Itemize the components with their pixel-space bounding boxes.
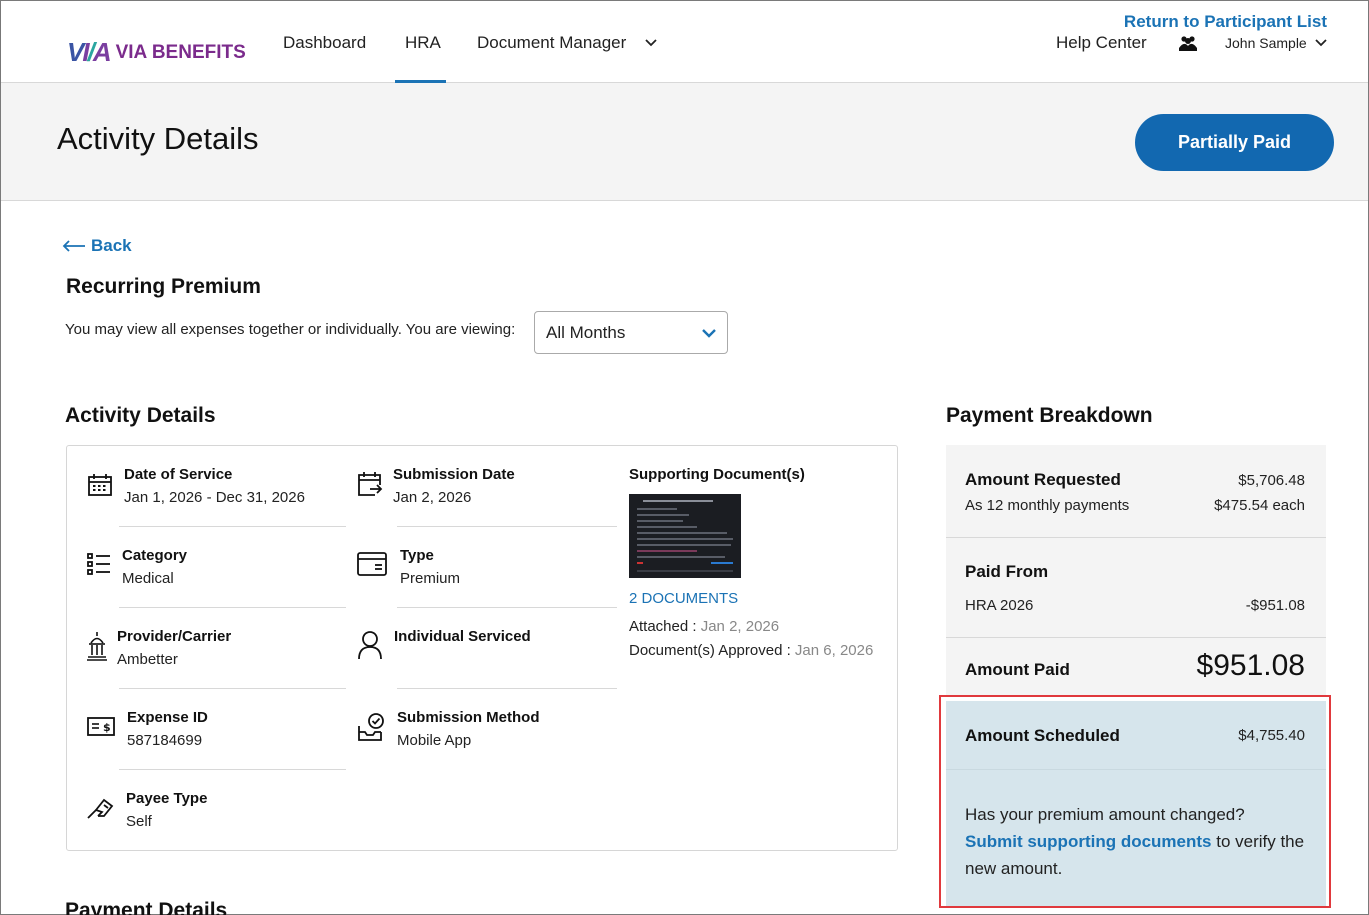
submission-date-label: Submission Date xyxy=(393,466,515,483)
submission-date-field: Submission Date Jan 2, 2026 xyxy=(393,466,515,506)
provider-label: Provider/Carrier xyxy=(117,628,232,645)
logo-mark: VI/A xyxy=(67,37,112,67)
amount-requested-value: $5,706.48 xyxy=(1238,472,1305,489)
help-center-link[interactable]: Help Center xyxy=(1056,33,1147,53)
paid-from-value: -$951.08 xyxy=(1245,597,1305,614)
amount-paid-value: $951.08 xyxy=(1196,649,1305,682)
amount-paid-label: Amount Paid xyxy=(965,660,1070,679)
paid-from-label: Paid From xyxy=(965,562,1049,581)
divider xyxy=(119,769,346,770)
list-icon xyxy=(87,553,110,575)
expense-id-label: Expense ID xyxy=(127,709,208,726)
return-to-participant-list-link[interactable]: Return to Participant List xyxy=(1124,12,1327,32)
paid-from-account: HRA 2026 xyxy=(965,597,1034,614)
submission-calendar-icon xyxy=(358,472,383,496)
expense-id-field: Expense ID 587184699 xyxy=(127,709,208,749)
hand-payment-icon xyxy=(87,798,114,819)
divider xyxy=(397,607,617,608)
view-instructions: You may view all expenses together or in… xyxy=(65,321,516,338)
calendar-icon xyxy=(88,474,112,496)
submission-method-field: Submission Method Mobile App xyxy=(397,709,540,749)
building-icon xyxy=(87,632,107,661)
submission-method-value: Mobile App xyxy=(397,732,472,749)
payment-breakdown-heading: Payment Breakdown xyxy=(946,404,1153,427)
document-thumbnail[interactable] xyxy=(629,494,741,578)
type-field: Type Premium xyxy=(400,547,460,587)
type-value: Premium xyxy=(400,570,461,587)
attached-value: Jan 2, 2026 xyxy=(700,618,780,635)
supporting-documents-field: Supporting Document(s) xyxy=(629,466,805,483)
mobile-submit-icon xyxy=(358,713,384,741)
payment-details-heading: Payment Details xyxy=(65,899,228,915)
approved-label: Document(s) Approved : xyxy=(629,642,791,659)
payee-type-value: Self xyxy=(126,813,152,830)
chevron-down-icon xyxy=(702,329,716,338)
provider-field: Provider/Carrier Ambetter xyxy=(117,628,231,668)
monthly-payments-value: $475.54 each xyxy=(1214,497,1305,514)
individual-serviced-label: Individual Serviced xyxy=(394,628,531,645)
monthly-payments-label: As 12 monthly payments xyxy=(965,497,1130,514)
category-label: Category xyxy=(122,547,188,564)
back-link[interactable]: Back xyxy=(62,236,132,256)
month-select[interactable]: All Months xyxy=(534,311,728,354)
nav-document-manager[interactable]: Document Manager xyxy=(477,33,626,53)
highlight-box xyxy=(939,695,1331,908)
logo-text: VIA BENEFITS xyxy=(115,41,246,63)
chevron-down-icon[interactable] xyxy=(645,37,657,49)
submission-method-label: Submission Method xyxy=(397,709,540,726)
premium-card-icon xyxy=(357,552,387,576)
attached-date: Attached : Jan 2, 2026 xyxy=(629,618,779,635)
user-name[interactable]: John Sample xyxy=(1225,35,1307,51)
divider xyxy=(946,637,1326,638)
individual-serviced-field: Individual Serviced xyxy=(394,628,531,651)
payee-type-field: Payee Type Self xyxy=(126,790,207,830)
users-icon xyxy=(1179,36,1197,51)
month-select-value: All Months xyxy=(546,323,626,342)
arrow-left-icon xyxy=(62,240,85,252)
divider xyxy=(119,607,346,608)
top-navigation-bar: VI/A VIA BENEFITS Dashboard HRA Document… xyxy=(1,1,1368,83)
date-of-service-value: Jan 1, 2026 - Dec 31, 2026 xyxy=(124,489,305,506)
submission-date-value: Jan 2, 2026 xyxy=(393,489,472,506)
expense-id-value: 587184699 xyxy=(127,732,203,749)
back-label: Back xyxy=(91,236,132,255)
person-icon xyxy=(358,631,382,660)
page-header-band: Activity Details Partially Paid xyxy=(1,83,1368,201)
type-label: Type xyxy=(400,547,434,564)
category-value: Medical xyxy=(122,570,174,587)
divider xyxy=(397,526,617,527)
documents-link[interactable]: 2 DOCUMENTS xyxy=(629,590,738,607)
amount-requested-label: Amount Requested xyxy=(965,470,1121,489)
divider xyxy=(946,537,1326,538)
status-badge[interactable]: Partially Paid xyxy=(1135,114,1334,171)
receipt-dollar-icon: $ xyxy=(87,717,115,736)
page-title: Activity Details xyxy=(57,121,259,156)
category-field: Category Medical xyxy=(122,547,187,587)
payee-type-label: Payee Type xyxy=(126,790,208,807)
approved-date: Document(s) Approved : Jan 6, 2026 xyxy=(629,642,873,659)
date-of-service-label: Date of Service xyxy=(124,466,233,483)
supporting-documents-label: Supporting Document(s) xyxy=(629,466,805,483)
divider xyxy=(397,688,617,689)
nav-dashboard[interactable]: Dashboard xyxy=(283,33,366,53)
provider-value: Ambetter xyxy=(117,651,178,668)
date-of-service-field: Date of Service Jan 1, 2026 - Dec 31, 20… xyxy=(124,466,305,506)
section-title: Recurring Premium xyxy=(66,275,261,298)
attached-label: Attached : xyxy=(629,618,697,635)
divider xyxy=(119,526,346,527)
approved-value: Jan 6, 2026 xyxy=(794,642,874,659)
via-benefits-logo[interactable]: VI/A VIA BENEFITS xyxy=(67,37,246,68)
nav-hra[interactable]: HRA xyxy=(405,33,441,53)
svg-text:$: $ xyxy=(103,721,111,734)
divider xyxy=(119,688,346,689)
activity-details-heading: Activity Details xyxy=(65,404,216,427)
chevron-down-icon[interactable] xyxy=(1315,37,1327,49)
